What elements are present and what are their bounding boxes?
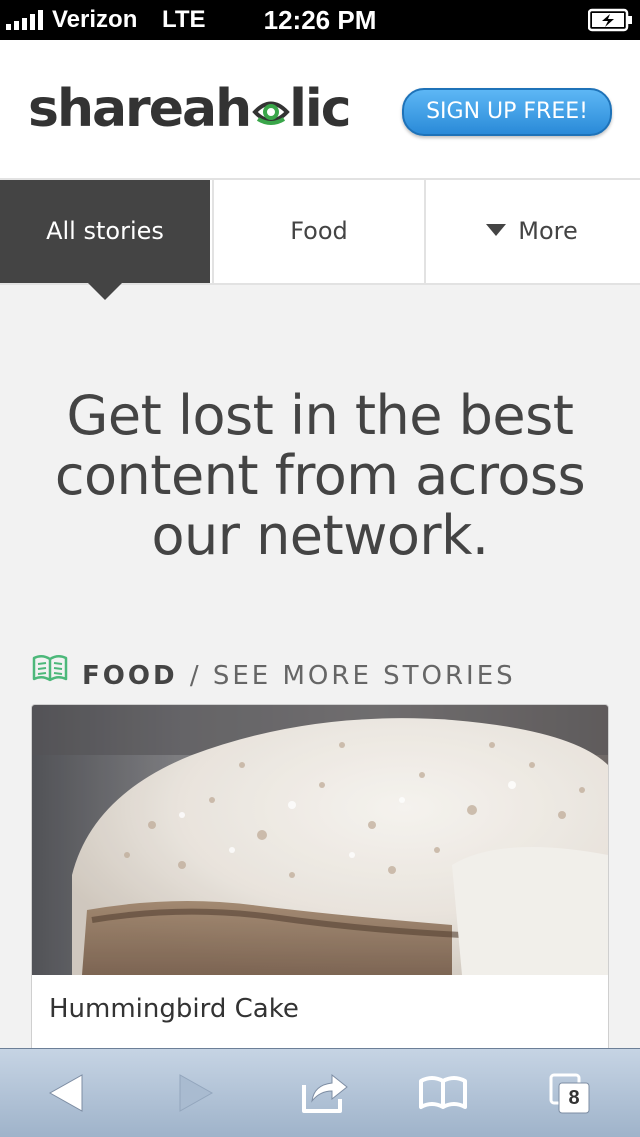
battery-charging-icon xyxy=(588,8,632,32)
story-card[interactable]: Hummingbird Cake xyxy=(31,704,609,1066)
logo-text-right: lic xyxy=(289,79,352,139)
open-tabs-count: 8 xyxy=(568,1087,580,1109)
section-header: FOOD / SEE MORE STORIES xyxy=(32,654,516,696)
see-more-stories-link[interactable]: SEE MORE STORIES xyxy=(213,661,516,691)
shareaholic-logo[interactable]: shareah lic xyxy=(28,76,352,145)
tab-label: More xyxy=(518,217,578,245)
site-header: shareah lic SIGN UP FREE! xyxy=(0,40,640,180)
browser-toolbar: 8 xyxy=(0,1048,640,1137)
tab-more[interactable]: More xyxy=(424,180,640,283)
page-headline: Get lost in the best content from across… xyxy=(54,384,586,567)
caret-down-icon xyxy=(486,224,507,236)
section-separator: / xyxy=(189,661,201,691)
logo-text-left: shareah xyxy=(28,79,252,139)
clock: 12:26 PM xyxy=(263,5,377,35)
tabs-button[interactable]: 8 xyxy=(548,1069,592,1117)
tab-all-stories[interactable]: All stories xyxy=(0,180,210,283)
forward-arrow-icon[interactable] xyxy=(176,1069,216,1117)
story-image-cake xyxy=(32,705,608,975)
sign-up-button[interactable]: SIGN UP FREE! xyxy=(402,88,612,136)
status-bar: Verizon LTE 12:26 PM xyxy=(0,0,640,40)
tab-label: All stories xyxy=(46,217,164,245)
story-title: Hummingbird Cake xyxy=(49,994,299,1024)
section-category[interactable]: FOOD xyxy=(82,661,178,691)
active-tab-pointer xyxy=(88,283,122,300)
share-icon[interactable] xyxy=(300,1069,350,1117)
back-arrow-icon[interactable] xyxy=(46,1069,86,1117)
tab-label: Food xyxy=(290,217,348,245)
tab-food[interactable]: Food xyxy=(212,180,426,283)
bookmarks-icon[interactable] xyxy=(418,1069,468,1117)
book-icon xyxy=(32,654,68,694)
logo-eye-icon xyxy=(252,79,290,145)
category-tabs: All stories Food More xyxy=(0,180,640,285)
